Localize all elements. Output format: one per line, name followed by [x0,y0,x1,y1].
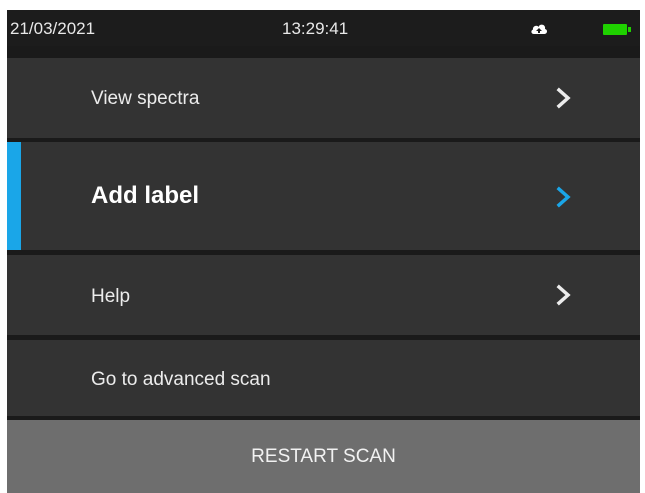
menu-item-label: View spectra [91,88,200,109]
menu-item-add-label[interactable]: Add label [7,142,640,250]
restart-scan-button[interactable]: RESTART SCAN [7,420,640,493]
chevron-right-icon [554,186,574,208]
device-screen: 21/03/2021 13:29:41 View spectra Add lab… [7,10,640,493]
status-date: 21/03/2021 [10,19,96,38]
status-bar: 21/03/2021 13:29:41 [7,10,640,46]
menu-item-view-spectra[interactable]: View spectra [7,58,640,138]
menu-item-label: Add label [91,182,200,209]
status-time: 13:29:41 [282,19,349,38]
menu-item-help[interactable]: Help [7,255,640,335]
menu-item-label: Help [91,286,131,307]
menu-item-label: Go to advanced scan [91,369,271,390]
cloud-upload-icon [530,20,548,36]
menu-item-advanced-scan[interactable]: Go to advanced scan [7,340,640,416]
battery-full-icon [603,24,631,35]
chevron-right-icon [554,284,574,306]
selection-indicator [7,142,21,250]
chevron-right-icon [554,87,574,109]
